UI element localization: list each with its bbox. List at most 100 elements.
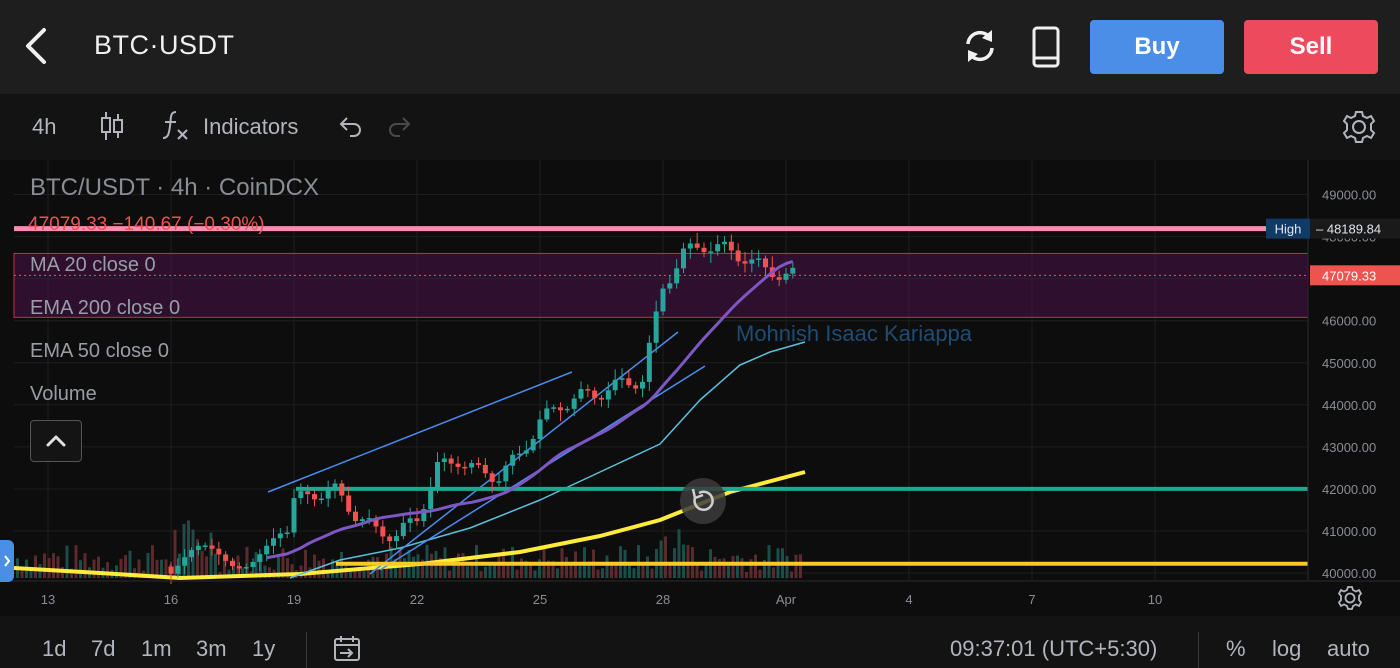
- volume-bar: [596, 569, 600, 578]
- price-chart[interactable]: 40000.00 41000.00 42000.00 43000.00 44000.00…: [0, 160, 1400, 616]
- phone-icon[interactable]: [1026, 24, 1066, 70]
- settings-icon[interactable]: [1340, 108, 1378, 146]
- volume-bar: [601, 568, 604, 578]
- candle-body: [346, 495, 352, 512]
- range-1m[interactable]: 1m: [141, 636, 172, 662]
- range-1d[interactable]: 1d: [42, 636, 66, 662]
- volume-bar: [754, 554, 757, 578]
- legend-volume[interactable]: Volume: [30, 383, 97, 406]
- candle-body: [763, 258, 768, 268]
- refresh-icon[interactable]: [958, 24, 1002, 68]
- candle-body: [660, 288, 666, 312]
- volume-bar: [106, 562, 109, 578]
- candle-body: [428, 487, 434, 510]
- candle-body: [653, 311, 659, 343]
- candle-body: [305, 491, 311, 495]
- candle-body: [756, 258, 762, 260]
- log-scale-toggle[interactable]: log: [1272, 636, 1301, 662]
- volume-bar: [713, 556, 717, 578]
- candle-body: [359, 519, 365, 522]
- range-7d[interactable]: 7d: [91, 636, 115, 662]
- candle-body: [312, 494, 317, 500]
- candle-type-icon[interactable]: [98, 110, 126, 142]
- candle-body: [626, 378, 632, 386]
- buy-button[interactable]: Buy: [1090, 20, 1224, 74]
- undo-icon[interactable]: [336, 112, 364, 140]
- volume-bar: [362, 571, 366, 578]
- indicators-button[interactable]: Indicators: [203, 114, 298, 140]
- reset-chart-button[interactable]: [680, 478, 726, 524]
- volume-bar: [772, 567, 775, 578]
- candle-body: [250, 561, 256, 568]
- percent-scale-toggle[interactable]: %: [1226, 636, 1246, 662]
- candle-body: [715, 244, 721, 252]
- candle-body: [687, 243, 693, 249]
- function-icon[interactable]: [160, 108, 192, 142]
- drawing-tools-tab[interactable]: [0, 540, 14, 582]
- back-icon[interactable]: [18, 24, 58, 68]
- candle-body: [708, 251, 714, 253]
- volume-bar: [727, 565, 730, 578]
- legend-ema200[interactable]: EMA 200 close 0: [30, 297, 180, 320]
- volume-bar: [484, 566, 487, 578]
- high-tag-label: High: [1275, 222, 1302, 237]
- timezone-display[interactable]: 09:37:01 (UTC+5:30): [950, 636, 1157, 662]
- candle-body: [592, 390, 598, 398]
- volume-bar: [556, 568, 559, 578]
- candle-body: [667, 283, 673, 289]
- volume-bar: [695, 565, 699, 578]
- volume-bar: [700, 570, 703, 578]
- legend-ma20[interactable]: MA 20 close 0: [30, 254, 156, 277]
- range-1y[interactable]: 1y: [252, 636, 275, 662]
- volume-bar: [605, 555, 609, 578]
- volume-bar: [479, 571, 483, 578]
- candle-body: [435, 462, 440, 488]
- volume-bar: [790, 571, 793, 578]
- redo-icon[interactable]: [386, 112, 414, 140]
- candle-body: [441, 458, 447, 463]
- candle-body: [455, 463, 461, 467]
- volume-bar: [403, 558, 406, 578]
- candle-body: [318, 498, 324, 501]
- collapse-legend-button[interactable]: [30, 420, 82, 462]
- auto-scale-toggle[interactable]: auto: [1327, 636, 1370, 662]
- sell-button[interactable]: Sell: [1244, 20, 1378, 74]
- candle-body: [271, 538, 276, 546]
- legend-ema50[interactable]: EMA 50 close 0: [30, 340, 169, 363]
- candle-body: [400, 522, 406, 537]
- volume-bar: [457, 553, 460, 578]
- candle-body: [284, 532, 290, 535]
- candle-body: [209, 545, 215, 549]
- interval-button[interactable]: 4h: [32, 114, 56, 140]
- candle-body: [243, 567, 249, 569]
- candle-body: [189, 550, 194, 558]
- volume-bar: [43, 553, 46, 578]
- candle-body: [496, 481, 502, 483]
- candle-body: [544, 408, 550, 420]
- volume-bar: [686, 544, 690, 578]
- candle-body: [503, 465, 509, 482]
- price-tick-label: 40000.00: [1322, 566, 1376, 581]
- candle-body: [407, 518, 413, 523]
- volume-bar: [637, 545, 640, 578]
- volume-bar: [34, 555, 37, 578]
- go-to-date-icon[interactable]: [332, 634, 362, 664]
- candle-body: [291, 498, 297, 533]
- ema50-line: [289, 341, 806, 579]
- candle-body: [619, 378, 625, 380]
- last-price-tag-label: 47079.33: [1322, 268, 1376, 283]
- volume-bar: [92, 559, 96, 578]
- candle-body: [325, 489, 331, 499]
- volume-bar: [52, 553, 55, 578]
- axis-settings-icon[interactable]: [1336, 584, 1364, 612]
- candle-body: [257, 554, 263, 562]
- range-3m[interactable]: 3m: [196, 636, 227, 662]
- volume-bar: [488, 565, 492, 578]
- volume-bar: [682, 544, 685, 578]
- candle-body: [523, 450, 529, 454]
- volume-bar: [650, 568, 654, 578]
- candle-body: [202, 545, 208, 547]
- volume-bar: [515, 569, 519, 578]
- candle-body: [236, 566, 242, 569]
- candle-body: [701, 247, 707, 253]
